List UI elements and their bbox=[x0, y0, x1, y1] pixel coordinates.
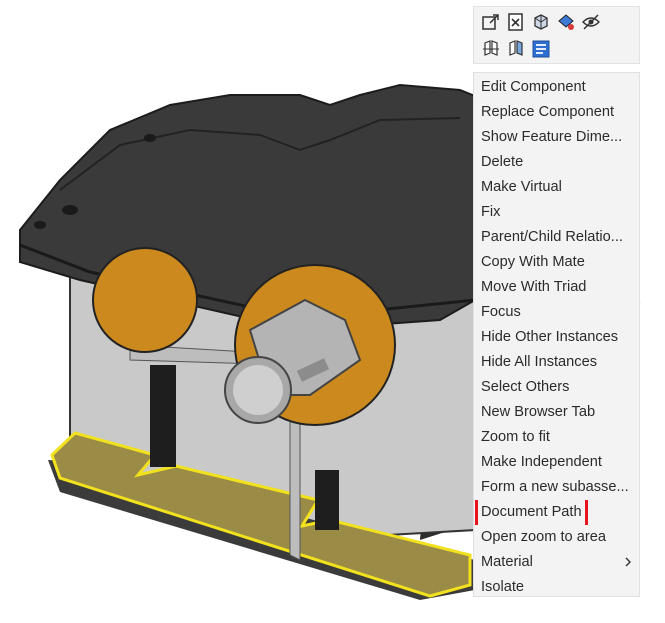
menu-item-label: New Browser Tab bbox=[481, 404, 596, 420]
menu-item-label: Make Independent bbox=[481, 454, 602, 470]
menu-item-form-new-subassembly[interactable]: Form a new subasse... bbox=[474, 475, 639, 500]
hide-eye-icon[interactable] bbox=[579, 10, 603, 34]
menu-item-label: Delete bbox=[481, 154, 524, 170]
menu-item-label: Show Feature Dime... bbox=[481, 129, 623, 145]
menu-item-copy-with-mate[interactable]: Copy With Mate bbox=[474, 250, 639, 275]
menu-item-label: Document Path bbox=[475, 500, 588, 525]
menu-item-show-feature-dimensions[interactable]: Show Feature Dime... bbox=[474, 125, 639, 150]
context-menu: Edit Component Replace Component Show Fe… bbox=[473, 72, 640, 597]
menu-item-document-path[interactable]: Document Path bbox=[474, 500, 639, 525]
menu-item-delete[interactable]: Delete bbox=[474, 150, 639, 175]
properties-list-icon[interactable] bbox=[529, 37, 553, 61]
menu-item-select-others[interactable]: Select Others bbox=[474, 375, 639, 400]
menu-item-label: Open zoom to area bbox=[481, 529, 606, 545]
menu-item-label: Hide Other Instances bbox=[481, 329, 619, 345]
menu-item-make-independent[interactable]: Make Independent bbox=[474, 450, 639, 475]
menu-item-zoom-to-fit[interactable]: Zoom to fit bbox=[474, 425, 639, 450]
menu-item-label: Isolate bbox=[481, 579, 524, 595]
open-in-new-window-icon[interactable] bbox=[479, 10, 503, 34]
menu-item-label: Material bbox=[481, 554, 533, 570]
chevron-right-icon bbox=[625, 557, 631, 567]
menu-item-label: Make Virtual bbox=[481, 179, 562, 195]
menu-item-label: Parent/Child Relatio... bbox=[481, 229, 623, 245]
mount-hole bbox=[62, 205, 78, 215]
menu-item-open-zoom-to-area[interactable]: Open zoom to area bbox=[474, 525, 639, 550]
menu-item-hide-all-instances[interactable]: Hide All Instances bbox=[474, 350, 639, 375]
menu-item-hide-other-instances[interactable]: Hide Other Instances bbox=[474, 325, 639, 350]
menu-item-label: Form a new subasse... bbox=[481, 479, 629, 495]
mount-hole bbox=[144, 134, 156, 142]
shaft-end-face bbox=[233, 365, 283, 415]
delete-document-icon[interactable] bbox=[504, 10, 528, 34]
menu-item-label: Fix bbox=[481, 204, 501, 220]
menu-item-make-virtual[interactable]: Make Virtual bbox=[474, 175, 639, 200]
slot-left bbox=[150, 365, 176, 467]
menu-item-isolate[interactable]: Isolate bbox=[474, 575, 639, 600]
menu-item-parent-child-relations[interactable]: Parent/Child Relatio... bbox=[474, 225, 639, 250]
menu-item-new-browser-tab[interactable]: New Browser Tab bbox=[474, 400, 639, 425]
slot-right bbox=[315, 470, 339, 530]
menu-item-label: Edit Component bbox=[481, 79, 586, 95]
menu-item-edit-component[interactable]: Edit Component bbox=[474, 75, 639, 100]
menu-item-label: Replace Component bbox=[481, 104, 615, 120]
menu-item-label: Focus bbox=[481, 304, 521, 320]
menu-item-replace-component[interactable]: Replace Component bbox=[474, 100, 639, 125]
appearance-paint-icon[interactable] bbox=[554, 10, 578, 34]
flip-direction-icon[interactable] bbox=[479, 37, 503, 61]
menu-item-label: Zoom to fit bbox=[481, 429, 550, 445]
menu-item-label: Select Others bbox=[481, 379, 570, 395]
menu-item-fix[interactable]: Fix bbox=[474, 200, 639, 225]
menu-item-label: Move With Triad bbox=[481, 279, 587, 295]
menu-item-focus[interactable]: Focus bbox=[474, 300, 639, 325]
gasket-left[interactable] bbox=[92, 247, 198, 353]
menu-item-label: Copy With Mate bbox=[481, 254, 585, 270]
mount-hole bbox=[34, 221, 46, 229]
menu-item-move-with-triad[interactable]: Move With Triad bbox=[474, 275, 639, 300]
menu-item-material[interactable]: Material bbox=[474, 550, 639, 575]
component-box-icon[interactable] bbox=[529, 10, 553, 34]
context-toolbar bbox=[473, 6, 640, 64]
move-copy-icon[interactable] bbox=[504, 37, 528, 61]
menu-item-label: Hide All Instances bbox=[481, 354, 598, 370]
